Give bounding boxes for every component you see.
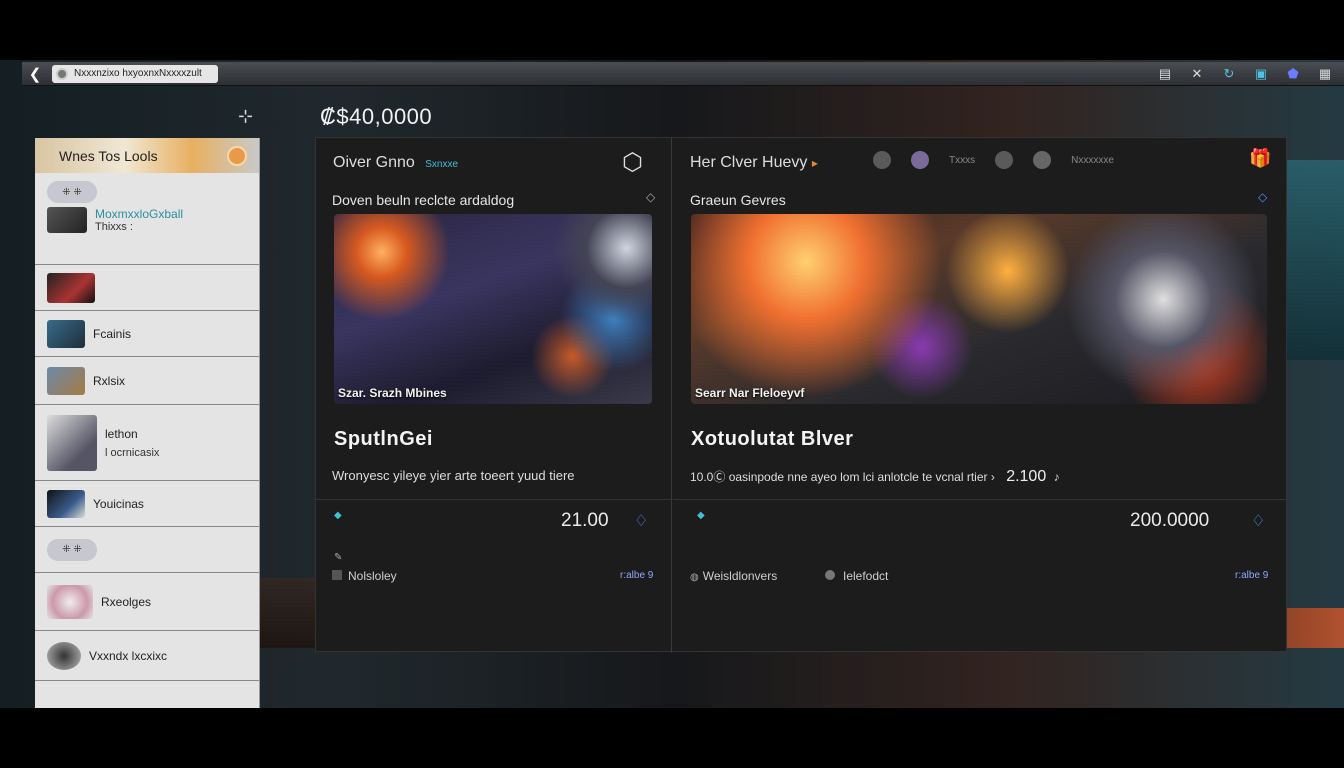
footer-link[interactable]: r:albe 9 [1235, 570, 1268, 581]
footer-link[interactable]: r:albe 9 [620, 570, 653, 581]
header-icons: Txxxs Nxxxxxxe [873, 151, 1114, 169]
pen-icon: ✎ [334, 552, 343, 563]
avatar-icon[interactable] [1033, 151, 1052, 169]
sidebar-title: Wnes Tos Lools [59, 147, 158, 164]
game-title: Xotuolutat Blver [691, 428, 854, 450]
game-thumbnail [47, 207, 87, 233]
game-hero-image[interactable]: Szar. Srazh Mbines [334, 214, 652, 404]
tabs-icon[interactable]: ▤ [1156, 66, 1174, 82]
hero-caption: Searr Nar Fleloeyvf [695, 386, 805, 400]
game-title: SputlnGei [334, 428, 433, 450]
section-tag: Sxnxxe [425, 159, 459, 170]
header-tag: Txxxs [949, 154, 976, 166]
section-title: Her Clver Huevy ▸ [690, 154, 818, 171]
game-thumbnail [47, 584, 93, 619]
sidebar-item[interactable]: ⁜ ⁜ MoxmxxloGxball Thixxs : [35, 173, 259, 265]
sidebar-item[interactable]: Rxlsix [35, 357, 259, 405]
toggle-pill[interactable]: ⁜ ⁜ [47, 181, 97, 203]
shield-icon[interactable]: ⬟ [1284, 66, 1302, 82]
sidebar-item[interactable]: Vxxndx lxcxixc [35, 631, 259, 681]
description-value: 2.100 [1006, 468, 1047, 485]
refresh-icon[interactable]: ↻ [1220, 66, 1238, 82]
diamond-icon[interactable]: ◇ [646, 190, 655, 204]
hexagon-icon[interactable]: ⬡ [622, 148, 643, 177]
game-thumbnail [47, 489, 85, 518]
game-thumbnail [47, 272, 95, 303]
sparkle-icon: ◆ [334, 510, 342, 521]
card-subtitle: Graeun Gevres [690, 192, 786, 208]
divider [673, 499, 1287, 500]
footer-item[interactable]: Nolsloley [332, 569, 397, 583]
game-card-right: Her Clver Huevy ▸ Txxxs Nxxxxxxe 🎁 Graeu… [673, 138, 1287, 653]
game-thumbnail [47, 319, 85, 348]
gift-icon[interactable]: 🎁 [1249, 148, 1271, 169]
footer-item[interactable]: ◍ Weisldlonvers [690, 569, 777, 583]
footer-item[interactable]: Ielefodct [825, 569, 888, 583]
sidebar-item-sub: l ocrnicasix [105, 446, 160, 459]
price: 200.0000 [1130, 510, 1210, 531]
footer-label: Ielefodct [843, 569, 889, 583]
game-hero-image[interactable]: Searr Nar Fleloeyvf [691, 214, 1267, 404]
game-thumbnail [47, 641, 81, 670]
sidebar-item-label: Rxlsix [93, 373, 125, 388]
avatar-icon[interactable] [911, 151, 929, 169]
footer-label: Weisldlonvers [702, 569, 778, 583]
address-text: Nxxxnzixo hxyoxnxNxxxxzult [74, 68, 202, 79]
store-panel: Oiver Gnno Sxnxxe ⬡ Doven beuln reclcte … [315, 137, 1287, 653]
diamond-icon[interactable]: ◇ [1258, 190, 1267, 204]
sidebar-item[interactable]: Youicinas [35, 481, 259, 527]
game-card-left: Oiver Gnno Sxnxxe ⬡ Doven beuln reclcte … [316, 138, 672, 653]
sidebar: Wnes Tos Lools ⁜ ⁜ MoxmxxloGxball Thixxs… [35, 138, 260, 708]
sparkle-icon: ◆ [697, 510, 705, 521]
card-subtitle: Doven beuln reclcte ardaldog [332, 192, 515, 208]
sidebar-item[interactable]: Fcainis [35, 311, 259, 357]
wishlist-icon[interactable]: ♢ [1251, 511, 1265, 531]
sidebar-item[interactable] [35, 265, 259, 311]
toggle-pill[interactable]: ⁜ ⁜ [47, 538, 97, 561]
sidebar-item-label: Youicinas [93, 496, 144, 511]
section-title: Oiver Gnno Sxnxxe [333, 154, 459, 171]
sidebar-item-label: lethon [105, 426, 138, 441]
sidebar-header: Wnes Tos Lools [35, 138, 259, 173]
avatar-icon[interactable] [873, 151, 891, 169]
chevron-left-icon: ❮ [28, 65, 42, 83]
sidebar-item-label: Fcainis [93, 326, 132, 341]
sidebar-item[interactable]: lethon l ocrnicasix [35, 405, 259, 481]
sidebar-item[interactable]: Rxeolges [35, 573, 259, 631]
image-icon[interactable]: ▣ [1252, 66, 1270, 82]
footer-label: Nolsloley [348, 569, 397, 583]
pin-icon[interactable]: ⊹ [238, 106, 253, 127]
sidebar-item-label: Rxeolges [101, 594, 152, 609]
sidebar-item-sub: Thixxs : [95, 221, 133, 233]
divider [316, 499, 672, 500]
address-bar[interactable]: Nxxxnzixo hxyoxnxNxxxxzult [52, 64, 218, 83]
header-tag: Nxxxxxxe [1071, 154, 1114, 166]
price: 21.00 [561, 510, 609, 531]
game-description: 10.0Ⓒ oasinpode nne ayeo lom lci anlotcl… [690, 468, 1060, 485]
balance-amount: ₡$40,0000 [320, 104, 433, 129]
hero-caption: Szar. Srazh Mbines [338, 386, 447, 400]
avatar-icon[interactable] [995, 151, 1014, 169]
sidebar-item[interactable]: ⁜ ⁜ [35, 527, 259, 573]
controller-icon: ◍ [690, 572, 699, 583]
circle-icon [825, 570, 835, 580]
toolbar-icons: ▤ ✕ ↻ ▣ ⬟ ▦ [1156, 64, 1334, 84]
game-thumbnail [47, 414, 97, 471]
extensions-icon[interactable]: ▦ [1316, 66, 1334, 82]
checkbox-icon[interactable] [332, 570, 342, 580]
status-dot-icon[interactable] [227, 146, 247, 166]
bell-icon: ♪ [1053, 470, 1060, 484]
close-icon[interactable]: ✕ [1188, 66, 1206, 82]
wishlist-icon[interactable]: ♢ [634, 511, 648, 531]
globe-icon [56, 67, 68, 80]
game-thumbnail [47, 366, 85, 395]
sidebar-item-label: Vxxndx lxcxixc [89, 648, 168, 663]
browser-toolbar: ❮ Nxxxnzixo hxyoxnxNxxxxzult ▤ ✕ ↻ ▣ ⬟ ▦ [22, 62, 1344, 86]
flame-icon: ▸ [811, 156, 818, 170]
sidebar-item-label: MoxmxxloGxball [95, 207, 184, 221]
game-description: Wronyesc yileye yier arte toeert yuud ti… [332, 468, 575, 483]
back-button[interactable]: ❮ [22, 63, 48, 85]
